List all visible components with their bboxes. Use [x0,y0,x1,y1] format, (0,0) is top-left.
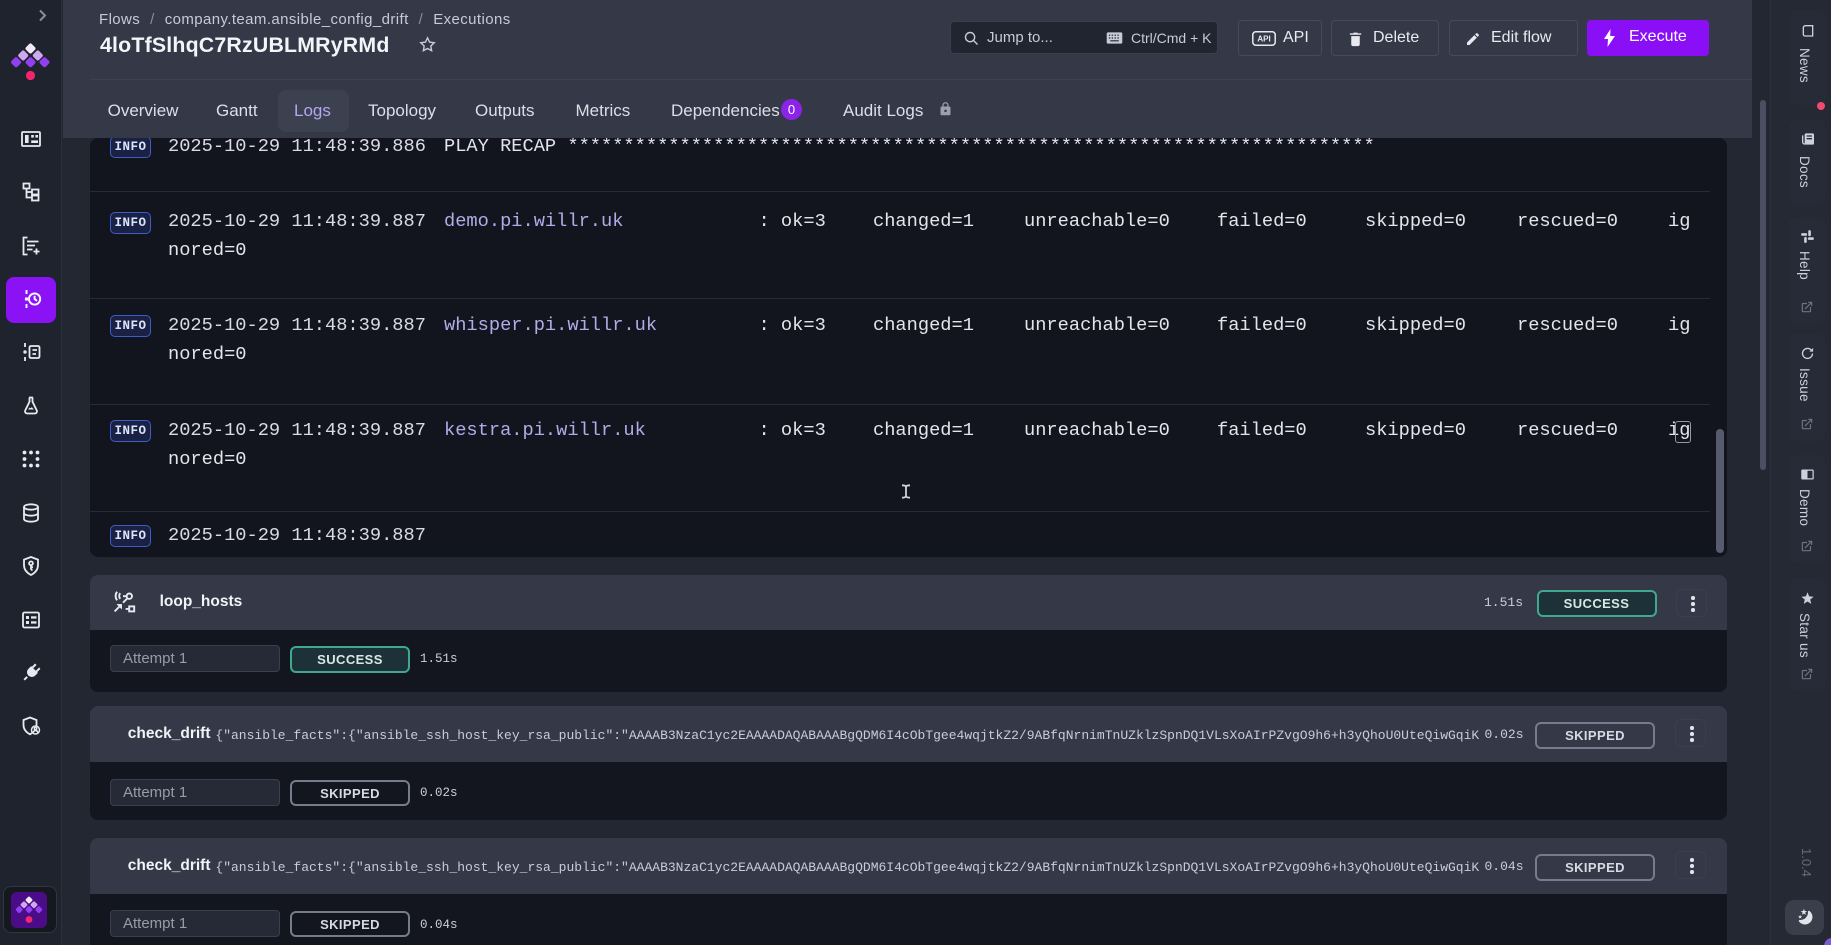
svg-text:API: API [1257,35,1270,44]
